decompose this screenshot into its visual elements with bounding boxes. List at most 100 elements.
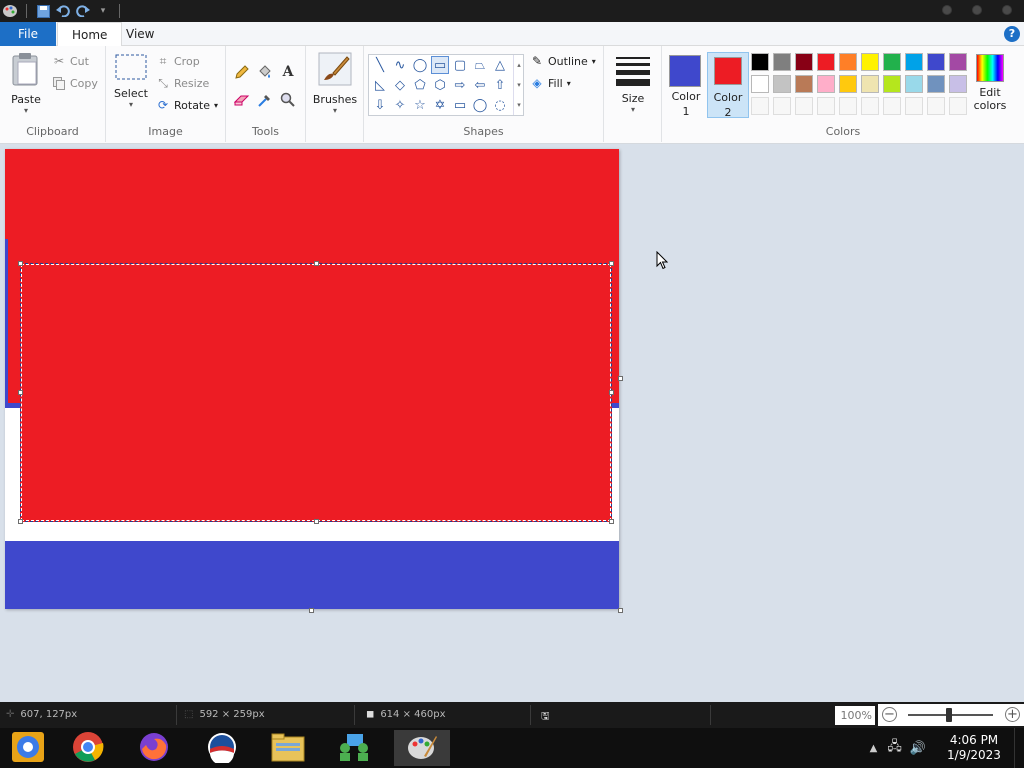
- five-point-star-icon[interactable]: ☆: [411, 96, 429, 114]
- oval-shape-icon[interactable]: ◯: [411, 56, 429, 74]
- polygon-shape-icon[interactable]: ⏢: [471, 56, 489, 74]
- shapes-scroll[interactable]: ▴ ▾ ▾: [513, 55, 524, 115]
- size-dropdown-icon[interactable]: ▾: [612, 105, 654, 114]
- selection-handle-b[interactable]: [314, 519, 319, 524]
- selection-handle-t[interactable]: [314, 261, 319, 266]
- curve-shape-icon[interactable]: ∿: [391, 56, 409, 74]
- palette-swatch[interactable]: [839, 53, 857, 71]
- selection-handle-l[interactable]: [18, 390, 23, 395]
- six-point-star-icon[interactable]: ✡: [431, 96, 449, 114]
- fill-bucket-icon[interactable]: [255, 62, 275, 82]
- canvas-resize-handle-bottom[interactable]: [309, 608, 314, 613]
- zoom-out-icon[interactable]: −: [882, 707, 897, 722]
- canvas-resize-handle-corner[interactable]: [618, 608, 623, 613]
- palette-swatch[interactable]: [949, 97, 967, 115]
- taskbar-obama-app[interactable]: [194, 730, 250, 766]
- palette-swatch[interactable]: [949, 75, 967, 93]
- palette-swatch[interactable]: [839, 75, 857, 93]
- palette-swatch[interactable]: [861, 75, 879, 93]
- right-triangle-shape-icon[interactable]: ◺: [371, 76, 389, 94]
- palette-swatch[interactable]: [751, 53, 769, 71]
- fill-dropdown-icon[interactable]: ▾: [567, 79, 571, 88]
- help-icon[interactable]: ?: [1004, 26, 1020, 42]
- palette-swatch[interactable]: [861, 53, 879, 71]
- save-icon[interactable]: [35, 3, 51, 19]
- redo-icon[interactable]: [75, 3, 91, 19]
- tab-file[interactable]: File: [0, 22, 56, 46]
- palette-swatch[interactable]: [773, 53, 791, 71]
- rectangle-shape-icon[interactable]: ▭: [431, 56, 449, 74]
- oval-callout-icon[interactable]: ◯: [471, 96, 489, 114]
- taskbar-firefox[interactable]: [126, 730, 182, 766]
- palette-swatch[interactable]: [751, 75, 769, 93]
- palette-swatch[interactable]: [949, 53, 967, 71]
- four-point-star-icon[interactable]: ✧: [391, 96, 409, 114]
- palette-swatch[interactable]: [905, 75, 923, 93]
- right-arrow-shape-icon[interactable]: ⇨: [451, 76, 469, 94]
- undo-icon[interactable]: [55, 3, 71, 19]
- palette-swatch[interactable]: [795, 53, 813, 71]
- selection-rectangle[interactable]: [18, 261, 614, 524]
- color2-button[interactable]: Color 2: [707, 52, 749, 119]
- pencil-icon[interactable]: [232, 62, 252, 82]
- palette-swatch[interactable]: [817, 97, 835, 115]
- magnifier-icon[interactable]: [278, 90, 298, 110]
- crop-button[interactable]: ⌗ Crop: [156, 52, 200, 70]
- palette-swatch[interactable]: [861, 97, 879, 115]
- taskbar-chrome[interactable]: [60, 730, 116, 766]
- copy-button[interactable]: Copy: [52, 74, 98, 92]
- rotate-button[interactable]: ⟳ Rotate ▾: [156, 96, 218, 114]
- taskbar-paint[interactable]: [394, 730, 450, 766]
- volume-icon[interactable]: 🔊: [910, 741, 926, 756]
- minimize-button[interactable]: [942, 5, 952, 15]
- up-arrow-shape-icon[interactable]: ⇧: [491, 76, 509, 94]
- outline-button[interactable]: ✎ Outline ▾: [530, 52, 596, 70]
- zoom-slider-thumb[interactable]: [946, 708, 952, 722]
- select-dropdown-icon[interactable]: ▾: [110, 100, 152, 109]
- text-tool-icon[interactable]: A: [278, 62, 298, 82]
- palette-swatch[interactable]: [817, 75, 835, 93]
- paste-button[interactable]: Paste ▾: [6, 52, 46, 115]
- fill-button[interactable]: ◈ Fill ▾: [530, 74, 571, 92]
- tab-view[interactable]: View: [112, 22, 168, 46]
- size-button[interactable]: Size ▾: [612, 54, 654, 114]
- brushes-button[interactable]: Brushes ▾: [310, 52, 360, 115]
- show-desktop-button[interactable]: [1014, 728, 1024, 768]
- palette-swatch[interactable]: [927, 53, 945, 71]
- palette-swatch[interactable]: [817, 53, 835, 71]
- down-arrow-shape-icon[interactable]: ⇩: [371, 96, 389, 114]
- canvas-workspace[interactable]: [0, 144, 1024, 702]
- hexagon-shape-icon[interactable]: ⬡: [431, 76, 449, 94]
- pentagon-shape-icon[interactable]: ⬠: [411, 76, 429, 94]
- clock[interactable]: 4:06 PM 1/9/2023: [934, 733, 1014, 763]
- selection-handle-br[interactable]: [609, 519, 614, 524]
- rotate-dropdown-icon[interactable]: ▾: [214, 101, 218, 110]
- cloud-callout-icon[interactable]: ◌: [491, 96, 509, 114]
- network-icon[interactable]: 🖧: [887, 737, 902, 759]
- palette-swatch[interactable]: [905, 97, 923, 115]
- paint-app-icon[interactable]: [2, 3, 18, 19]
- color1-button[interactable]: Color 1: [665, 52, 707, 118]
- diamond-shape-icon[interactable]: ◇: [391, 76, 409, 94]
- resize-button[interactable]: ⤡ Resize: [156, 74, 209, 92]
- selection-handle-tl[interactable]: [18, 261, 23, 266]
- left-arrow-shape-icon[interactable]: ⇦: [471, 76, 489, 94]
- palette-swatch[interactable]: [751, 97, 769, 115]
- line-shape-icon[interactable]: ╲: [371, 56, 389, 74]
- show-hidden-icons-icon[interactable]: ▲: [870, 743, 878, 754]
- palette-swatch[interactable]: [905, 53, 923, 71]
- palette-swatch[interactable]: [795, 97, 813, 115]
- palette-swatch[interactable]: [839, 97, 857, 115]
- taskbar-file-explorer[interactable]: [260, 730, 316, 766]
- selection-handle-tr[interactable]: [609, 261, 614, 266]
- palette-swatch[interactable]: [927, 97, 945, 115]
- zoom-in-icon[interactable]: +: [1005, 707, 1020, 722]
- palette-swatch[interactable]: [773, 97, 791, 115]
- color-picker-icon[interactable]: [255, 90, 275, 110]
- paste-dropdown-icon[interactable]: ▾: [6, 106, 46, 115]
- select-button[interactable]: Select ▾: [110, 54, 152, 109]
- palette-swatch[interactable]: [795, 75, 813, 93]
- taskbar-chromium[interactable]: [0, 730, 56, 766]
- rounded-rect-shape-icon[interactable]: ▢: [451, 56, 469, 74]
- taskbar-network-people[interactable]: [326, 730, 382, 766]
